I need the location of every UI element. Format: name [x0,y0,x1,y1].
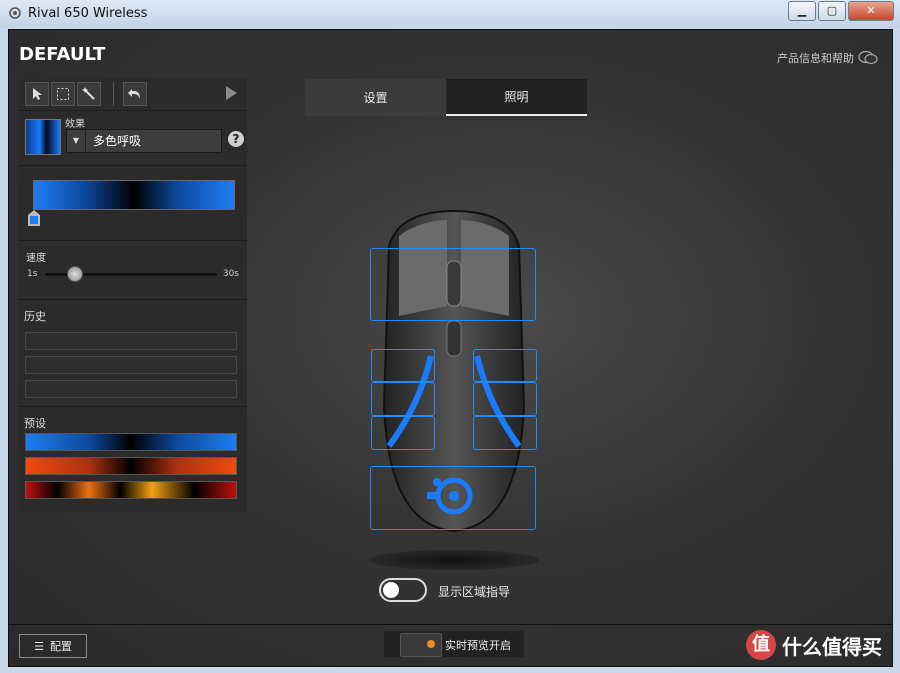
zone-top[interactable] [370,248,536,321]
tab-lighting[interactable]: 照明 [446,79,587,116]
maximize-button[interactable]: ▢ [818,1,846,21]
lighting-panel: 效果 ▼ 多色呼吸 ? 速度 1s 30s 历史 预设 [19,78,247,512]
effect-preview-swatch [25,119,61,155]
watermark-text: 什么值得买 [782,634,882,659]
preset-swatch-orange[interactable] [25,457,237,475]
toolbar-divider [113,82,114,106]
effect-label: 效果 [65,119,85,130]
speed-slider-thumb[interactable] [67,266,84,282]
zone-guide-toggle[interactable] [379,578,427,602]
presets-label: 预设 [24,417,46,430]
chat-bubble-icon [858,50,878,65]
speed-section: 速度 1s 30s [19,241,247,300]
magic-wand-icon [82,87,95,100]
tab-bar: 设置 照明 [305,79,587,116]
watermark: 值 什么值得买 [746,630,882,660]
effect-value: 多色呼吸 [93,134,142,148]
profile-name: DEFAULT [19,44,106,65]
minimize-button[interactable]: ▁ [788,1,816,21]
presets-section: 预设 [19,407,247,507]
live-preview-switch[interactable] [400,633,442,657]
history-label: 历史 [24,310,46,323]
help-icon[interactable]: ? [228,131,244,147]
play-icon[interactable] [226,86,237,100]
zone-left-1[interactable] [371,349,435,382]
config-button[interactable]: ☰ 配置 [19,634,87,658]
help-link[interactable]: 产品信息和帮助 [777,50,878,66]
close-button[interactable]: ✕ [848,1,894,21]
undo-icon [128,89,140,99]
zone-right-2[interactable] [473,382,537,416]
color-gradient-editor [19,166,247,241]
undo-button[interactable] [123,82,147,106]
magic-wand-tool[interactable] [77,82,101,106]
pointer-tool[interactable] [25,82,49,106]
watermark-logo: 值 [746,630,776,660]
config-label: 配置 [49,640,72,653]
zone-right-3[interactable] [473,416,537,450]
live-preview-control[interactable]: 实时预览开启 [384,631,524,657]
speed-label: 速度 [26,253,46,264]
zone-logo[interactable] [370,466,536,530]
color-gradient-bar[interactable] [33,180,235,210]
tab-settings[interactable]: 设置 [305,79,446,116]
speed-min-label: 1s [27,269,38,279]
history-section: 历史 [19,300,247,407]
speed-max-label: 30s [222,269,239,279]
steelseries-app-icon [9,7,21,19]
preset-swatch-blue[interactable] [25,433,237,451]
app-client-area: DEFAULT 产品信息和帮助 效果 ▼ 多色呼吸 ? 速度 1s 30s 历史… [8,29,893,667]
zone-guide-label: 显示区域指导 [438,585,511,599]
window-title: Rival 650 Wireless [28,6,148,21]
chevron-down-icon: ▼ [67,130,86,152]
tool-bar [19,78,247,111]
zone-left-3[interactable] [371,416,435,450]
marquee-icon [57,88,69,100]
effect-dropdown[interactable]: ▼ 多色呼吸 [66,129,222,153]
toggle-knob [383,582,399,598]
footer-divider [9,624,892,625]
help-label: 产品信息和帮助 [777,52,854,65]
title-bar: Rival 650 Wireless ▁ ▢ ✕ [0,0,900,28]
live-preview-label: 实时预览开启 [445,639,511,652]
mouse-shadow [369,550,539,570]
zone-right-1[interactable] [473,349,537,382]
list-icon: ☰ [34,639,44,653]
gradient-stop-handle[interactable] [28,210,40,226]
history-slot[interactable] [25,356,237,374]
select-tool[interactable] [51,82,75,106]
effect-section: 效果 ▼ 多色呼吸 ? [19,111,247,166]
cursor-icon [33,88,42,100]
preset-swatch-fire[interactable] [25,481,237,499]
preview-led-indicator [427,640,435,648]
history-slot[interactable] [25,380,237,398]
zone-left-2[interactable] [371,382,435,416]
history-slot[interactable] [25,332,237,350]
